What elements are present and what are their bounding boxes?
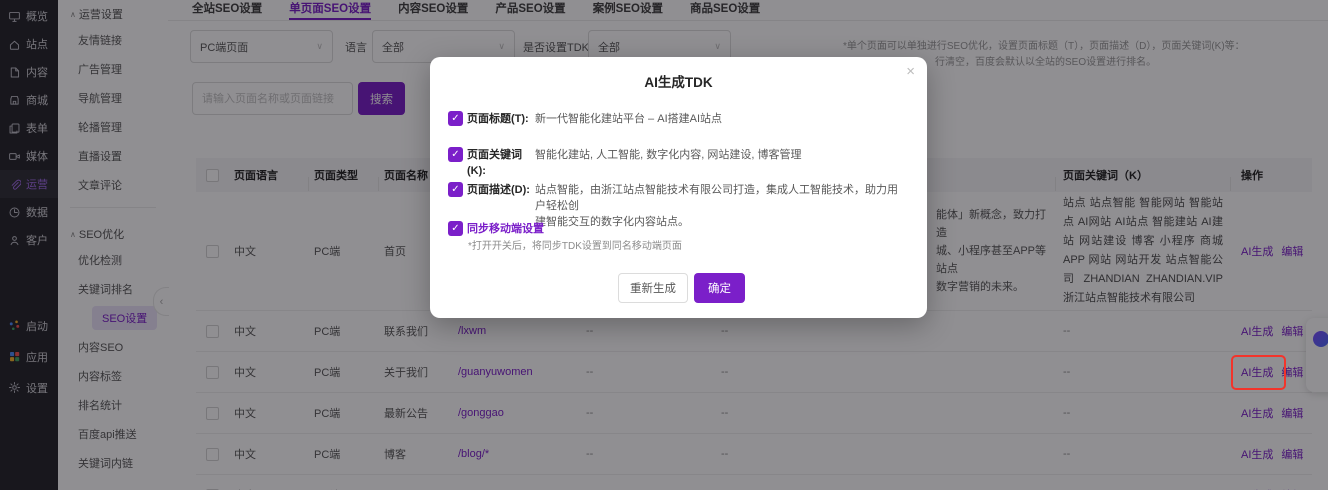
modal-row-title: ✓ 页面标题(T): 新一代智能化建站平台 – AI搭建AI站点 <box>448 111 907 127</box>
seo-settings-page: 概览 站点 内容 商城 表单 媒体 <box>0 0 1328 490</box>
regenerate-button[interactable]: 重新生成 <box>618 273 688 303</box>
checkbox-checked[interactable]: ✓ <box>448 221 463 236</box>
sync-mobile-note: *打开开关后，将同步TDK设置到同名移动端页面 <box>468 237 682 252</box>
field-label: 页面描述(D): <box>467 182 535 198</box>
field-value: 新一代智能化建站平台 – AI搭建AI站点 <box>535 111 722 127</box>
modal-row-keywords: ✓ 页面关键词(K): 智能化建站, 人工智能, 数字化内容, 网站建设, 博客… <box>448 147 907 179</box>
ai-generate-tdk-modal: × AI生成TDK ✓ 页面标题(T): 新一代智能化建站平台 – AI搭建AI… <box>430 57 927 318</box>
checkbox-checked[interactable]: ✓ <box>448 182 463 197</box>
confirm-button[interactable]: 确定 <box>694 273 745 303</box>
checkbox-checked[interactable]: ✓ <box>448 111 463 126</box>
checkbox-checked[interactable]: ✓ <box>448 147 463 162</box>
sync-mobile-label[interactable]: 同步移动端设置 <box>467 221 544 237</box>
modal-row-sync-mobile: ✓ 同步移动端设置 <box>448 221 907 237</box>
modal-title: AI生成TDK <box>430 71 927 91</box>
field-value: 智能化建站, 人工智能, 数字化内容, 网站建设, 博客管理 <box>535 147 801 163</box>
field-label: 页面关键词(K): <box>467 147 535 179</box>
field-label: 页面标题(T): <box>467 111 535 127</box>
